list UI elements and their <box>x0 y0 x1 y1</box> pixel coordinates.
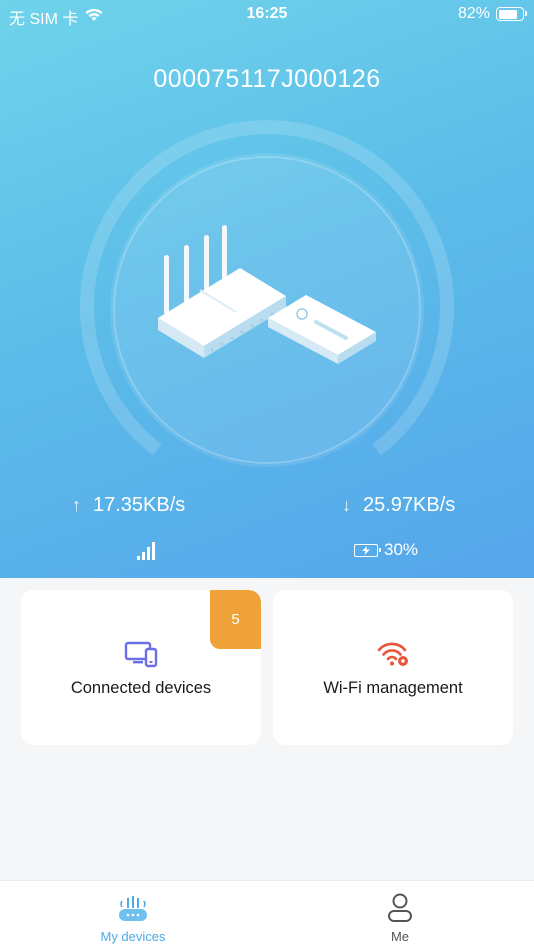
person-icon <box>388 893 412 922</box>
connected-devices-label: Connected devices <box>70 679 212 697</box>
tab-me-label: Me <box>390 929 410 944</box>
signal-strength-icon <box>137 542 155 560</box>
hero-panel: 无 SIM 卡 16:25 82% 000075117J000126 ↑ 17.… <box>0 0 534 578</box>
connected-devices-card[interactable]: 5 Connected devices <box>21 590 261 745</box>
wifi-settings-icon <box>377 642 408 666</box>
download-speed-value: 25.97KB/s <box>363 494 456 516</box>
tab-my-devices[interactable]: My devices <box>73 889 193 944</box>
devices-icon <box>124 641 158 668</box>
wifi-management-label: Wi-Fi management <box>323 679 463 697</box>
arrow-up-icon: ↑ <box>72 495 81 515</box>
battery-charging-icon <box>354 543 381 557</box>
tab-me[interactable]: Me <box>340 889 460 944</box>
device-battery: 30% <box>354 540 418 560</box>
router-icon <box>119 896 147 921</box>
wifi-management-card[interactable]: Wi-Fi management <box>273 590 513 745</box>
status-gauge <box>80 120 454 467</box>
arrow-down-icon: ↓ <box>342 495 351 515</box>
device-battery-value: 30% <box>384 540 419 559</box>
tab-bar: My devices Me <box>0 880 534 950</box>
upload-speed: ↑ 17.35KB/s <box>72 494 185 517</box>
download-speed: ↓ 25.97KB/s <box>342 494 455 517</box>
tab-my-devices-label: My devices <box>100 929 166 944</box>
upload-speed-value: 17.35KB/s <box>93 494 186 516</box>
